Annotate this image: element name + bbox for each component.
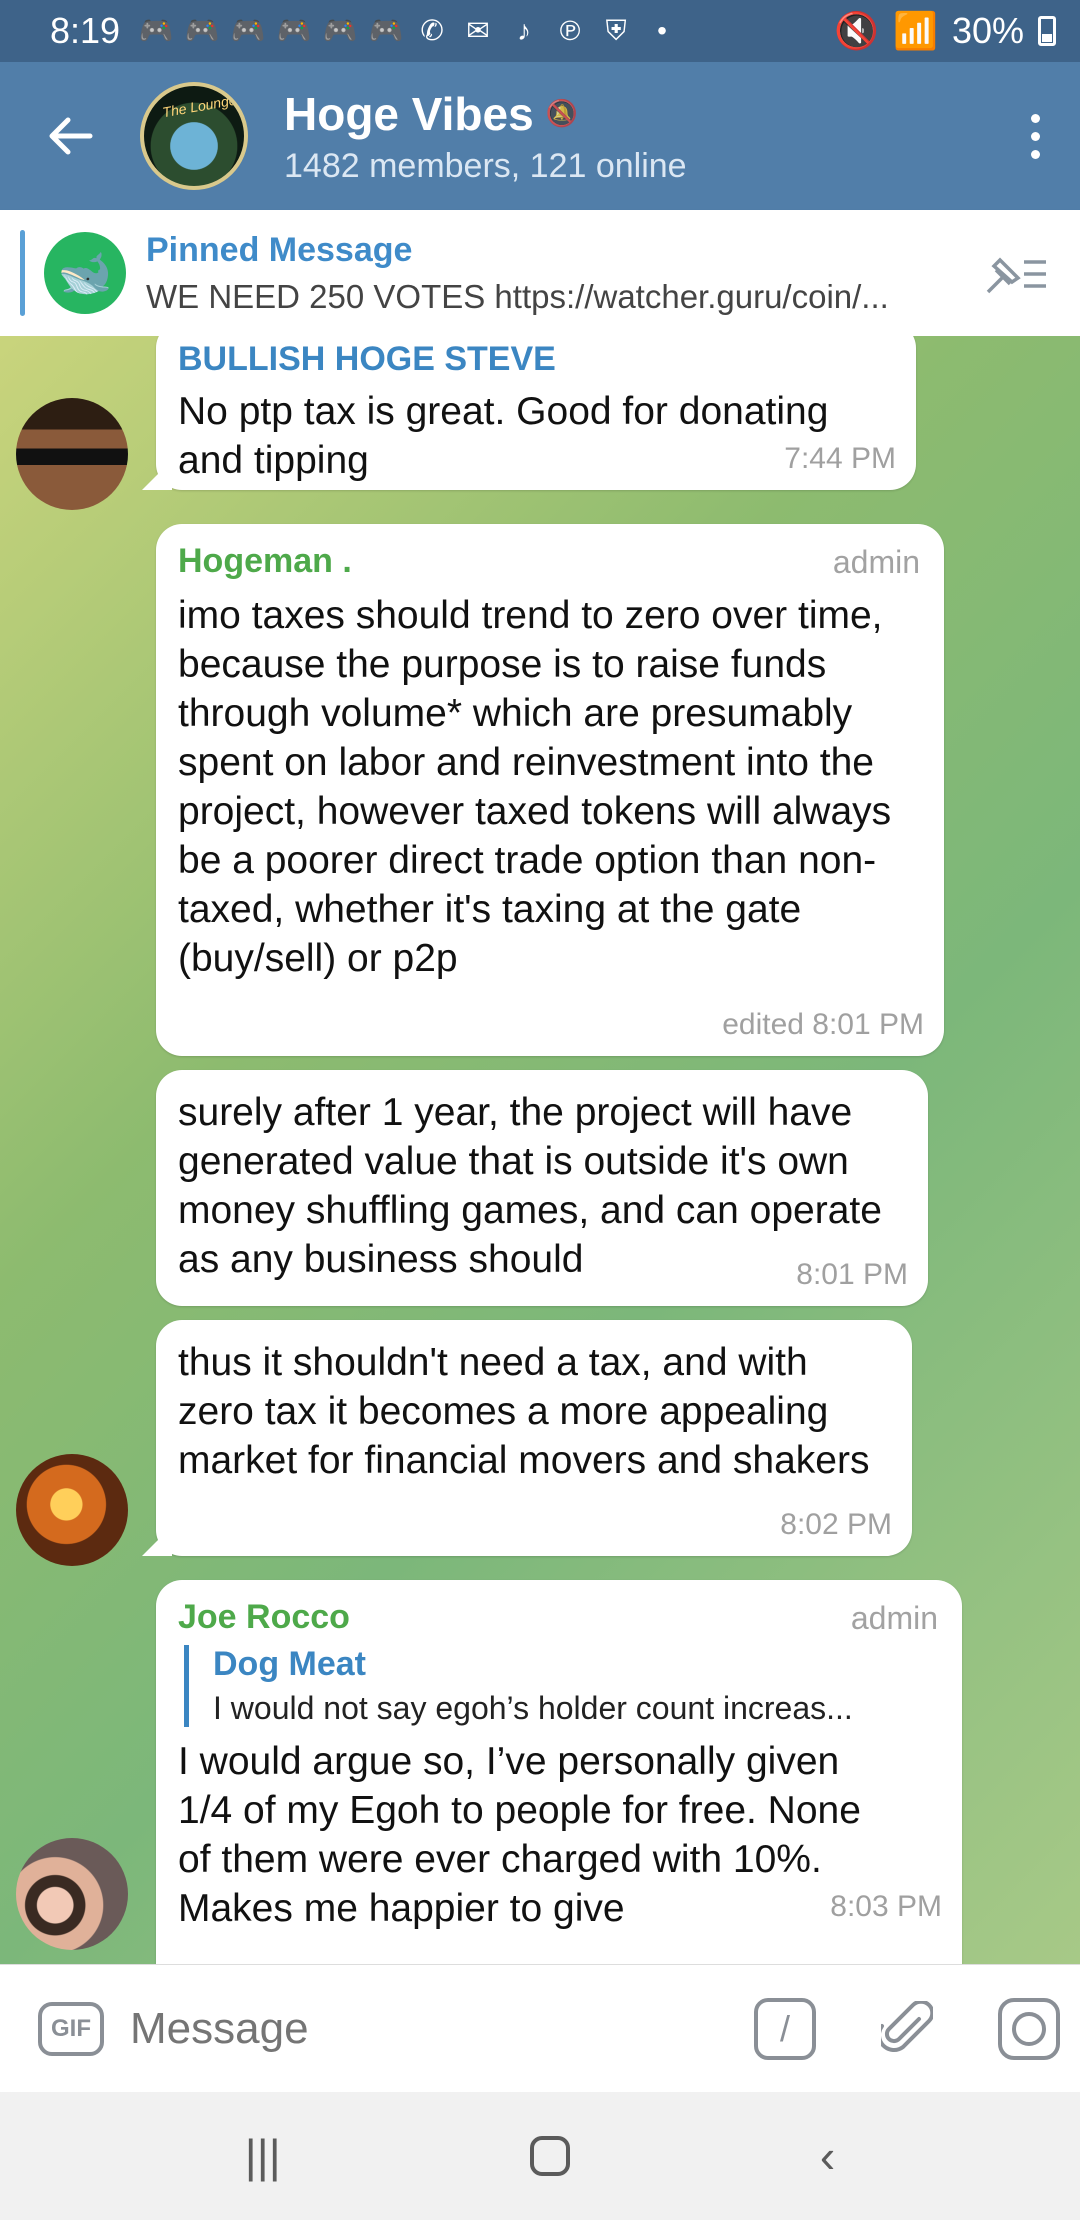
mute-icon: 🔇 <box>834 10 880 51</box>
avatar[interactable] <box>16 398 128 510</box>
message-text: imo taxes should trend to zero over time… <box>178 594 892 980</box>
message-bubble[interactable]: BULLISH HOGE STEVE No ptp tax is great. … <box>142 336 916 490</box>
group-title: Hoge Vibes <box>284 87 534 140</box>
pinterest-icon: ℗ <box>559 15 581 46</box>
message-text: surely after 1 year, the project will ha… <box>178 1091 882 1281</box>
bubble-tail <box>142 460 172 490</box>
message-time: 8:01 PM <box>796 1258 908 1291</box>
pinned-text: WE NEED 250 VOTES https://watcher.guru/c… <box>146 277 889 315</box>
status-time: 8:19 <box>50 10 121 51</box>
battery-percent: 30% <box>951 10 1024 51</box>
wifi-icon: 📶 <box>893 10 938 51</box>
game-icon: 🎮 <box>138 15 174 46</box>
pin-list-icon[interactable] <box>984 252 1050 306</box>
bot-command-button[interactable]: / <box>754 1997 816 2060</box>
back-arrow-icon[interactable] <box>0 62 140 210</box>
messenger-icon: ✉ <box>466 15 490 46</box>
muted-icon: 🔕 <box>545 98 579 128</box>
pinned-message-bar[interactable]: 🐋 Pinned Message WE NEED 250 VOTES https… <box>0 210 1080 336</box>
message-time: 8:03 PM <box>830 1890 942 1923</box>
more-menu-icon[interactable] <box>990 113 1080 159</box>
message-input-bar: GIF / <box>0 1964 1080 2092</box>
game-icon: 🎮 <box>184 15 220 46</box>
message-time: edited 8:01 PM <box>722 1008 924 1041</box>
gif-button[interactable]: GIF <box>38 2001 104 2056</box>
attach-icon[interactable] <box>876 1998 938 2060</box>
message-time: 8:02 PM <box>780 1508 892 1541</box>
pinned-indicator <box>20 230 25 316</box>
home-icon[interactable] <box>530 2136 571 2176</box>
message-bubble[interactable]: Joe Rocco admin Dog Meat I would not say… <box>156 1580 962 1964</box>
back-icon[interactable]: ‹ <box>820 2129 835 2183</box>
whale-icon: 🐋 <box>44 232 126 314</box>
message-text: No ptp tax is great. Good for donating a… <box>178 390 829 482</box>
game-icon: 🎮 <box>368 15 404 46</box>
system-nav-bar: ||| ‹ <box>0 2092 1080 2220</box>
message-bubble[interactable]: Hogeman . admin imo taxes should trend t… <box>156 524 944 1056</box>
camera-icon[interactable] <box>998 1997 1060 2060</box>
recent-apps-icon[interactable]: ||| <box>245 2129 281 2183</box>
message-text: thus it shouldn't need a tax, and with z… <box>178 1341 870 1482</box>
message-input[interactable] <box>130 2003 690 2054</box>
notification-icons: 🎮 🎮 🎮 🎮 🎮 🎮 ✆ ✉ ♪ ℗ ⛨ • <box>138 16 680 46</box>
admin-badge: admin <box>832 544 920 580</box>
sender-name[interactable]: Joe Rocco <box>178 1598 940 1637</box>
message-time: 7:44 PM <box>784 442 896 475</box>
reply-quote[interactable]: Dog Meat I would not say egoh’s holder c… <box>184 1645 940 1727</box>
sender-name[interactable]: Hogeman . <box>178 542 922 581</box>
sender-name[interactable]: BULLISH HOGE STEVE <box>178 340 894 379</box>
avatar[interactable] <box>16 1838 128 1950</box>
battery-icon <box>1038 16 1056 46</box>
game-icon: 🎮 <box>322 15 358 46</box>
brave-icon: ⛨ <box>605 15 627 46</box>
reply-sender: Dog Meat <box>213 1645 366 1683</box>
member-count: 1482 members, 121 online <box>284 146 687 185</box>
avatar[interactable] <box>16 1454 128 1566</box>
group-avatar[interactable] <box>140 82 248 190</box>
pinned-label: Pinned Message <box>146 230 413 269</box>
chat-header: Hoge Vibes 🔕 1482 members, 121 online <box>0 62 1080 210</box>
header-info[interactable]: Hoge Vibes 🔕 1482 members, 121 online <box>284 87 687 186</box>
more-notifications-icon: • <box>657 15 667 46</box>
tiktok-icon: ♪ <box>517 15 532 46</box>
message-bubble[interactable]: surely after 1 year, the project will ha… <box>156 1070 928 1306</box>
bubble-tail <box>142 1526 172 1556</box>
game-icon: 🎮 <box>276 15 312 46</box>
message-text: I would argue so, I’ve personally given … <box>178 1740 861 1930</box>
chat-area[interactable]: BULLISH HOGE STEVE No ptp tax is great. … <box>0 336 1080 1964</box>
status-bar: 8:19 🎮 🎮 🎮 🎮 🎮 🎮 ✆ ✉ ♪ ℗ ⛨ • 🔇 📶 30% <box>0 0 1080 62</box>
reply-text: I would not say egoh’s holder count incr… <box>213 1690 853 1726</box>
whatsapp-icon: ✆ <box>420 15 444 46</box>
message-bubble[interactable]: thus it shouldn't need a tax, and with z… <box>142 1320 912 1556</box>
game-icon: 🎮 <box>230 15 266 46</box>
admin-badge: admin <box>850 1600 938 1636</box>
